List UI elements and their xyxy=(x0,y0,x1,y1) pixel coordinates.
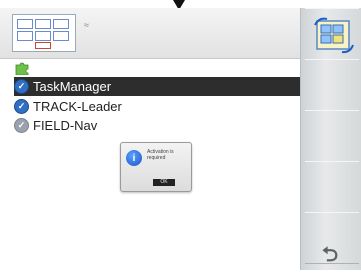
info-icon: i xyxy=(126,150,142,166)
back-arrow-icon: ⮌ xyxy=(321,244,339,266)
app-item-track-leader[interactable]: ✓ TRACK-Leader xyxy=(14,97,300,116)
app-item-field-nav[interactable]: ✓ FIELD-Nav xyxy=(14,116,300,135)
activation-dialog: i Activation is required OK xyxy=(120,142,192,192)
check-icon: ✓ xyxy=(14,99,29,114)
rail-button-4[interactable] xyxy=(305,161,359,213)
field-map-icon[interactable] xyxy=(12,14,76,52)
app-item-label: TRACK-Leader xyxy=(33,99,122,114)
app-item-taskmanager[interactable]: ✓ TaskManager xyxy=(14,77,300,96)
dialog-message: Activation is required xyxy=(147,149,174,161)
check-icon: ✓ xyxy=(14,118,29,133)
check-icon: ✓ xyxy=(14,79,29,94)
map-sync-icon xyxy=(314,17,354,54)
right-rail: ⮌ xyxy=(300,8,361,270)
rail-button-3[interactable] xyxy=(305,110,359,162)
rail-button-2[interactable] xyxy=(305,59,359,111)
puzzle-icon xyxy=(15,62,29,75)
app-item-label: TaskManager xyxy=(33,79,112,94)
top-bar: ≈ xyxy=(0,8,300,59)
app-item-label: FIELD-Nav xyxy=(33,118,98,133)
rail-button-map-sync[interactable] xyxy=(305,8,359,60)
topbar-small-label: ≈ xyxy=(84,20,89,30)
ok-button[interactable]: OK xyxy=(153,179,175,186)
